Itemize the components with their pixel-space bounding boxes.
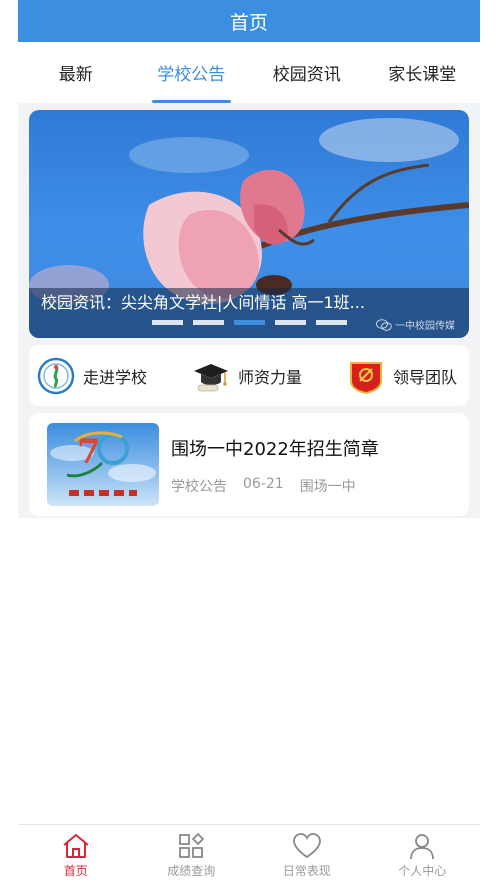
carousel-dot[interactable] [193, 320, 224, 325]
quick-links: 走进学校 师资力量 领导团队 [29, 345, 469, 406]
tab-school-notice[interactable]: 学校公告 [134, 42, 250, 103]
news-list-item[interactable]: 7 围场一中2022年招生简章 学校公告 06-21 围场一中 [29, 413, 469, 516]
graduation-cap-icon [192, 357, 230, 395]
tab-latest[interactable]: 最新 [18, 42, 134, 103]
news-meta: 学校公告 06-21 围场一中 [171, 476, 356, 496]
news-category: 学校公告 [171, 479, 227, 495]
home-icon [63, 834, 89, 858]
carousel-dot[interactable] [316, 320, 347, 325]
wechat-icon [376, 318, 392, 331]
party-badge-icon [347, 357, 385, 395]
banner-carousel[interactable]: 校园资讯：尖尖角文学社|人间情话 高一1班... 一中校园传媒 [29, 110, 469, 338]
banner-watermark: 一中校园传媒 [376, 317, 455, 332]
quick-link-teachers[interactable]: 师资力量 [192, 357, 302, 395]
tabbar-home[interactable]: 首页 [18, 825, 134, 883]
news-title: 围场一中2022年招生简章 [171, 439, 379, 460]
school-logo-icon [37, 357, 75, 395]
category-tabs: 最新 学校公告 校园资讯 家长课堂 [18, 42, 480, 103]
tabbar-daily-performance[interactable]: 日常表现 [249, 825, 365, 883]
bottom-tab-bar: 首页 成绩查询 日常表现 个人中心 [18, 824, 480, 883]
carousel-dot-active[interactable] [234, 320, 265, 325]
quick-link-leadership[interactable]: 领导团队 [347, 357, 457, 395]
app-screen: 首页 最新 学校公告 校园资讯 家长课堂 校园资讯：尖尖角文学社|人间情话 高一… [18, 0, 480, 883]
tabbar-profile[interactable]: 个人中心 [365, 825, 481, 883]
carousel-indicators [152, 320, 347, 325]
page-title-bar: 首页 [18, 0, 480, 42]
tabbar-scores[interactable]: 成绩查询 [134, 825, 250, 883]
carousel-dot[interactable] [275, 320, 306, 325]
heart-icon [292, 833, 321, 859]
quick-link-about-school[interactable]: 走进学校 [37, 357, 147, 395]
news-date: 06-21 [243, 476, 284, 492]
carousel-dot[interactable] [152, 320, 183, 325]
tab-parent-class[interactable]: 家长课堂 [365, 42, 481, 103]
person-icon [410, 834, 435, 860]
banner-caption: 校园资讯：尖尖角文学社|人间情话 高一1班... [41, 293, 365, 312]
page-title: 首页 [229, 11, 268, 34]
news-source: 围场一中 [299, 479, 356, 495]
news-thumbnail: 7 [47, 423, 159, 506]
grid-icon [179, 832, 205, 858]
tab-campus-news[interactable]: 校园资讯 [249, 42, 365, 103]
